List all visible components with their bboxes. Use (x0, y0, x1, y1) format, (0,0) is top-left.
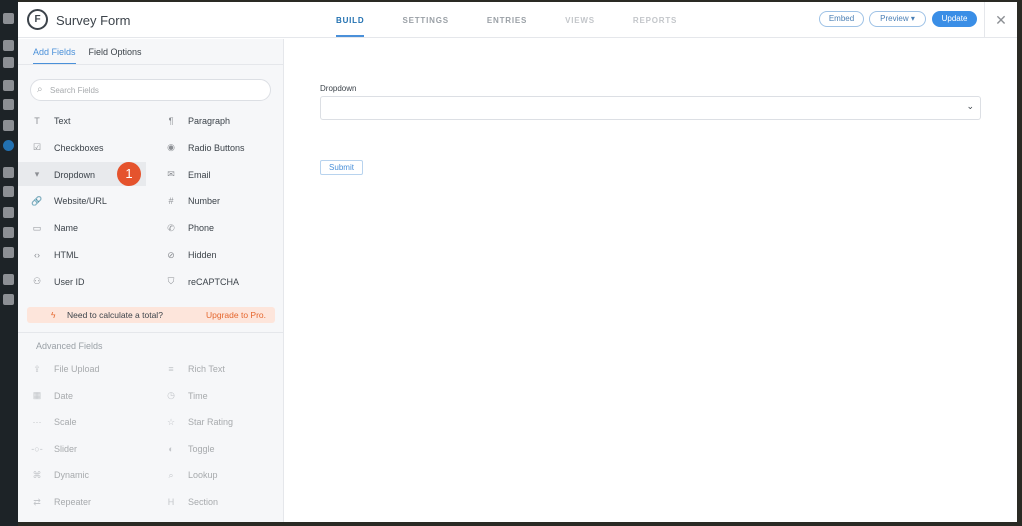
field-type-icon: ☆ (166, 416, 176, 427)
field-type-icon: ✉ (167, 169, 175, 180)
field-user-id[interactable]: ⚇ User ID (30, 272, 85, 292)
field-type-icon: ▾ (34, 169, 40, 180)
wp-menu-icon[interactable] (3, 80, 14, 91)
tab-add-fields[interactable]: Add Fields (33, 39, 76, 64)
wp-menu-icon[interactable] (3, 140, 14, 151)
field-name[interactable]: ▭ Name (30, 218, 78, 238)
submit-button[interactable]: Submit (320, 160, 363, 175)
field-scale[interactable]: ⋯ Scale (30, 412, 77, 432)
field-type-icon: # (168, 196, 174, 207)
form-title: Survey Form (56, 13, 131, 28)
wp-menu-icon[interactable] (3, 227, 14, 238)
wp-menu-icon[interactable] (3, 207, 14, 218)
field-slider[interactable]: -○- Slider (30, 439, 77, 459)
advanced-fields-heading: Advanced Fields (18, 332, 284, 351)
wp-menu-icon[interactable] (3, 13, 14, 24)
formidable-logo-icon: F (27, 9, 48, 30)
field-type-icon: ◐ (168, 443, 174, 454)
field-type-icon: ⌕ (168, 469, 174, 480)
field-type-icon: ☑ (32, 142, 42, 153)
field-html[interactable]: ‹› HTML (30, 245, 79, 265)
field-type-icon: ≡ (168, 364, 174, 374)
field-hidden[interactable]: ⊘ Hidden (164, 245, 216, 265)
wp-menu-icon[interactable] (3, 274, 14, 285)
tab-field-options[interactable]: Field Options (89, 39, 142, 64)
field-repeater[interactable]: ⇄ Repeater (30, 492, 91, 512)
field-phone[interactable]: ✆ Phone (164, 218, 214, 238)
field-type-icon: ¶ (168, 116, 174, 126)
preview-button[interactable]: Preview ▾ (869, 11, 926, 27)
field-number[interactable]: # Number (164, 191, 220, 211)
tab-settings[interactable]: SETTINGS (402, 2, 448, 37)
field-radio-buttons[interactable]: ◉ Radio Buttons (164, 138, 244, 158)
field-type-icon: ◷ (167, 390, 175, 401)
search-input[interactable]: ⌕ Search Fields (30, 79, 271, 101)
field-type-icon: ⋯ (32, 416, 42, 427)
field-time[interactable]: ◷ Time (164, 386, 208, 406)
field-toggle[interactable]: ◐ Toggle (164, 439, 214, 459)
field-type-icon: ✆ (167, 222, 175, 233)
field-type-icon: ▦ (32, 390, 42, 401)
field-type-icon: -○- (31, 443, 43, 454)
wp-menu-icon[interactable] (3, 99, 14, 110)
step-badge: 1 (117, 162, 141, 186)
field-type-icon: ⚇ (32, 276, 42, 287)
search-icon: ⌕ (37, 84, 43, 95)
header: F Survey Form BUILD SETTINGS ENTRIES VIE… (18, 2, 1017, 38)
dropdown-field[interactable]: ⌄ (320, 96, 981, 120)
field-checkboxes[interactable]: ☑ Checkboxes (30, 138, 104, 158)
chevron-down-icon: ⌄ (966, 101, 974, 111)
dropdown-label: Dropdown (320, 84, 357, 93)
wp-menu-icon[interactable] (3, 57, 14, 68)
field-dynamic[interactable]: ⌘ Dynamic (30, 465, 90, 485)
field-website-url[interactable]: 🔗 Website/URL (30, 191, 106, 211)
field-recaptcha[interactable]: ⛉ reCAPTCHA (164, 272, 239, 292)
field-star-rating[interactable]: ☆ Star Rating (164, 412, 233, 432)
update-button[interactable]: Update (932, 11, 977, 27)
field-type-icon: ‹› (34, 250, 40, 260)
wp-menu-icon[interactable] (3, 40, 14, 51)
fields-sidebar: Add Fields Field Options ⌕ Search Fields … (18, 39, 284, 522)
wp-menu-icon[interactable] (3, 247, 14, 258)
field-type-icon: ▭ (32, 222, 42, 233)
wp-menu-icon[interactable] (3, 186, 14, 197)
field-type-icon: 🔗 (31, 195, 43, 206)
field-rich-text[interactable]: ≡ Rich Text (164, 359, 225, 379)
upgrade-banner[interactable]: ϟ Need to calculate a total? Upgrade to … (27, 307, 275, 323)
wp-menu-icon[interactable] (3, 167, 14, 178)
upgrade-link[interactable]: Upgrade to Pro. (206, 307, 266, 323)
tab-views[interactable]: VIEWS (565, 2, 595, 37)
field-lookup[interactable]: ⌕ Lookup (164, 465, 217, 485)
wp-menu-icon[interactable] (3, 120, 14, 131)
lightning-icon: ϟ (51, 310, 56, 320)
field-type-icon: ⇪ (33, 363, 41, 374)
field-type-icon: ⊘ (167, 249, 175, 260)
field-type-icon: ⇄ (33, 496, 41, 507)
field-file-upload[interactable]: ⇪ File Upload (30, 359, 99, 379)
form-builder-window: F Survey Form BUILD SETTINGS ENTRIES VIE… (18, 2, 1017, 522)
tab-build[interactable]: BUILD (336, 2, 365, 37)
wp-menu-icon[interactable] (3, 294, 14, 305)
field-type-icon: ◉ (167, 142, 175, 153)
field-date[interactable]: ▦ Date (30, 386, 73, 406)
field-section[interactable]: H Section (164, 492, 218, 512)
wp-admin-sidebar (0, 0, 18, 526)
field-type-icon: H (167, 497, 175, 507)
field-type-icon: T (34, 116, 40, 126)
field-text[interactable]: T Text (30, 111, 70, 131)
field-dropdown[interactable]: ▾ Dropdown (30, 165, 95, 185)
field-paragraph[interactable]: ¶ Paragraph (164, 111, 230, 131)
tab-entries[interactable]: ENTRIES (487, 2, 527, 37)
embed-button[interactable]: Embed (819, 11, 864, 27)
field-email[interactable]: ✉ Email (164, 165, 210, 185)
field-type-icon: ⌘ (32, 469, 42, 480)
tab-reports[interactable]: REPORTS (633, 2, 677, 37)
field-type-icon: ⛉ (167, 276, 175, 287)
close-icon[interactable]: ✕ (984, 2, 1017, 38)
